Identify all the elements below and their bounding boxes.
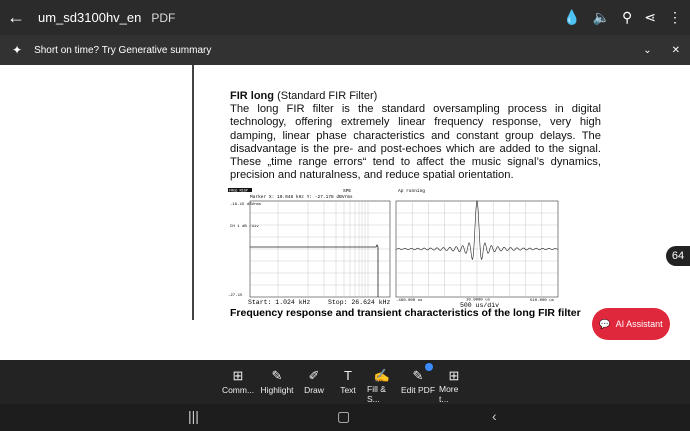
text-tool[interactable]: T Text bbox=[333, 360, 363, 404]
draw-icon: ✐ bbox=[308, 368, 320, 383]
comment-tool[interactable]: ⊞ Comm... bbox=[221, 360, 255, 404]
more-tools[interactable]: ⊞ More t... bbox=[439, 360, 469, 404]
pdf-page: FIR long (Standard FIR Filter) The long … bbox=[0, 65, 690, 360]
read-aloud-icon[interactable]: 🔈 bbox=[593, 9, 610, 26]
summary-text[interactable]: Short on time? Try Generative summary bbox=[34, 45, 211, 56]
ai-assistant-button[interactable]: 💬 AI Assistant bbox=[592, 308, 670, 340]
ai-assistant-label: AI Assistant bbox=[615, 319, 663, 329]
ai-chat-icon: 💬 bbox=[599, 318, 611, 329]
expand-chevron-icon[interactable]: ⌄ bbox=[643, 45, 651, 56]
highlight-tool[interactable]: ✎ Highlight bbox=[259, 360, 295, 404]
svg-text:Marker X: 10.048 kHz Y: -27: Marker X: 10.048 kHz Y: -27.178 dBVrms bbox=[250, 194, 353, 200]
ai-summary-icon: ✦ bbox=[12, 43, 23, 57]
text-icon: T bbox=[344, 368, 352, 383]
start-label: Start: 1.024 kHz bbox=[248, 299, 311, 306]
edit-pdf-tool[interactable]: ✎ Edit PDF bbox=[401, 360, 435, 404]
fill-sign-tool[interactable]: ✍ Fill & S... bbox=[367, 360, 397, 404]
back-arrow-icon[interactable]: ← bbox=[0, 7, 32, 28]
more-tools-icon: ⊞ bbox=[448, 368, 460, 383]
body-paragraph: The long FIR filter is the standard over… bbox=[230, 103, 601, 182]
fill-sign-icon: ✍ bbox=[373, 368, 391, 383]
share-icon[interactable]: ⋖ bbox=[644, 9, 656, 26]
top-bar: ← um_sd3100hv_en PDF 💧 🔈 ⚲ ⋖ ⋮ bbox=[0, 0, 690, 35]
highlight-icon: ✎ bbox=[271, 368, 283, 383]
svg-text:CH 1 dB /div: CH 1 dB /div bbox=[230, 224, 259, 229]
page-divider bbox=[192, 65, 194, 320]
section-heading: FIR long (Standard FIR Filter) bbox=[230, 90, 378, 102]
svg-text:SPE: SPE bbox=[343, 188, 351, 194]
home-icon[interactable]: ▢ bbox=[337, 408, 350, 425]
document-type: PDF bbox=[151, 10, 176, 25]
page-number-badge[interactable]: 64 bbox=[666, 246, 690, 266]
document-title: um_sd3100hv_en bbox=[38, 10, 142, 25]
back-nav-icon[interactable]: ‹ bbox=[492, 408, 497, 424]
stop-label: Stop: 26.624 kHz bbox=[328, 299, 391, 306]
recent-apps-icon[interactable]: ||| bbox=[188, 408, 199, 424]
figure-caption: Frequency response and transient charact… bbox=[230, 307, 581, 319]
bottom-toolbar: ⊞ Comm... ✎ Highlight ✐ Draw T Text ✍ Fill & … bbox=[0, 360, 690, 404]
svg-text:-490.000 us: -490.000 us bbox=[396, 299, 423, 303]
search-icon[interactable]: ⚲ bbox=[622, 9, 632, 26]
svg-text:FREQ RESP: FREQ RESP bbox=[229, 190, 248, 194]
svg-text:Ap running: Ap running bbox=[398, 188, 425, 194]
edit-pdf-icon: ✎ bbox=[412, 368, 424, 383]
frequency-response-plot: FREQ RESP SPE Marker X: 10.048 kHz Y: -2… bbox=[228, 188, 391, 306]
close-icon[interactable]: ✕ bbox=[672, 45, 680, 56]
liquid-mode-icon[interactable]: 💧 bbox=[563, 9, 580, 26]
new-badge bbox=[425, 363, 433, 371]
document-text: FIR long (Standard FIR Filter) The long … bbox=[230, 90, 601, 183]
svg-text:510.000 us: 510.000 us bbox=[530, 299, 555, 303]
figures: FREQ RESP SPE Marker X: 10.048 kHz Y: -2… bbox=[228, 188, 559, 309]
summary-banner[interactable]: ✦ Short on time? Try Generative summary … bbox=[0, 35, 690, 65]
draw-tool[interactable]: ✐ Draw bbox=[299, 360, 329, 404]
svg-text:-19.15 dBVrms: -19.15 dBVrms bbox=[230, 202, 262, 207]
system-nav-bar: ||| ▢ ‹ bbox=[0, 404, 690, 431]
more-options-icon[interactable]: ⋮ bbox=[668, 9, 682, 26]
comment-icon: ⊞ bbox=[232, 368, 244, 383]
transient-response-plot: Ap running -490.000 us 10.0000 us 500 us… bbox=[395, 188, 559, 309]
svg-text:-27.15: -27.15 bbox=[228, 294, 243, 298]
